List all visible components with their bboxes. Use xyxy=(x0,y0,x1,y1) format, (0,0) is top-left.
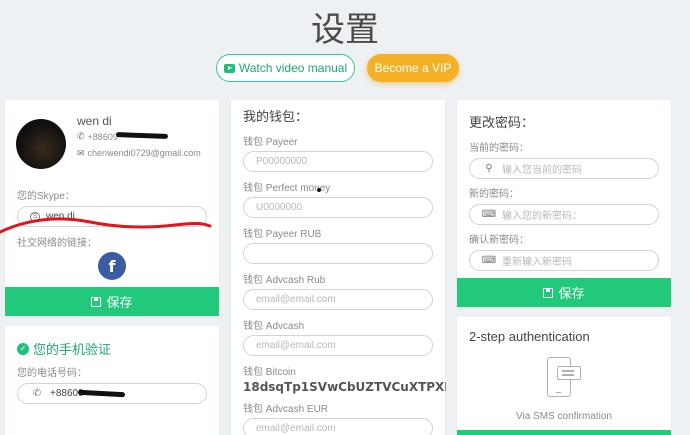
profile-phone: +88609 xyxy=(87,131,118,142)
profile-phone-row: ✆ +88609 xyxy=(77,131,118,142)
confirm-password-placeholder: 重新输入新密码 xyxy=(502,257,572,268)
new-password-label: 新的密码： xyxy=(469,189,519,200)
wallet-bitcoin-value[interactable]: 18dsqTp1SVwCbUZTVCuXTPXFpHPc xyxy=(243,380,446,394)
watch-video-label: Watch video manual xyxy=(238,61,348,75)
avatar xyxy=(16,119,66,169)
phone-number-label: 您的电话号码： xyxy=(17,368,87,379)
phone-icon: ✆ xyxy=(32,388,42,399)
current-password-input[interactable]: ⚲ 输入您当前的密码 xyxy=(469,158,659,179)
new-password-input[interactable]: ⌨ 输入您的新密码： xyxy=(469,204,659,225)
wallet-input-payeer[interactable]: P00000000 xyxy=(243,151,433,172)
keyboard-icon: ⌨ xyxy=(481,255,497,266)
phone-verify-title-row: ✓ 您的手机验证 xyxy=(17,339,111,358)
wallet-placeholder-advcash-rub: email@email.com xyxy=(256,294,336,305)
become-vip-button[interactable]: Become a VIP xyxy=(367,54,459,82)
wallet-label-bitcoin: 钱包 Bitcoin xyxy=(243,367,296,378)
profile-save-label: 保存 xyxy=(106,295,133,310)
profile-email-row: ✉ chenwendi0729@gmail.com xyxy=(77,148,217,159)
password-save-button[interactable]: 保存 xyxy=(457,278,671,307)
wallet-label-advcash: 钱包 Advcash xyxy=(243,321,305,332)
wallet-placeholder-advcash-eur: email@email.com xyxy=(256,423,336,434)
wallet-placeholder-perfect-money: U0000000 xyxy=(256,202,303,213)
wallet-input-payeer-rub[interactable] xyxy=(243,243,433,264)
key-icon: ⚲ xyxy=(485,163,493,174)
two-step-enable-button[interactable] xyxy=(457,430,671,435)
social-links-label: 社交网络的链接： xyxy=(17,238,97,249)
confirm-password-label: 确认新密码： xyxy=(469,235,529,246)
cursor-dot xyxy=(317,188,321,192)
profile-email: chenwendi0729@gmail.com xyxy=(87,148,201,158)
wallet-label-advcash-rub: 钱包 Advcash Rub xyxy=(243,275,326,286)
profile-name: wen di xyxy=(77,114,112,128)
confirm-password-input[interactable]: ⌨ 重新输入新密码 xyxy=(469,250,659,271)
wallet-label-advcash-eur: 钱包 Advcash EUR xyxy=(243,404,329,415)
current-password-placeholder: 输入您当前的密码 xyxy=(502,165,582,176)
red-underline-annotation xyxy=(0,217,212,234)
current-password-label: 当前的密码： xyxy=(469,143,529,154)
new-password-placeholder: 输入您的新密码： xyxy=(502,211,582,222)
save-icon xyxy=(91,296,102,307)
save-icon xyxy=(543,287,554,298)
sms-confirmation-label: Via SMS confirmation xyxy=(516,411,612,422)
sms-bubble-icon xyxy=(557,366,581,380)
wallet-placeholder-advcash: email@email.com xyxy=(256,340,336,351)
check-icon: ✓ xyxy=(17,342,29,355)
keyboard-icon: ⌨ xyxy=(481,209,497,220)
password-title: 更改密码： xyxy=(469,115,535,130)
phone-icon: ✆ xyxy=(77,131,85,141)
wallet-label-payeer: 钱包 Payeer xyxy=(243,137,298,148)
email-icon: ✉ xyxy=(77,148,85,158)
play-icon xyxy=(223,63,235,73)
watch-video-button[interactable]: Watch video manual xyxy=(216,54,355,82)
wallet-placeholder-payeer: P00000000 xyxy=(256,156,308,167)
password-save-label: 保存 xyxy=(558,286,585,301)
two-step-title: 2-step authentication xyxy=(469,329,590,344)
wallet-input-advcash-rub[interactable]: email@email.com xyxy=(243,289,433,310)
page-title: 设置 xyxy=(311,10,379,50)
profile-save-button[interactable]: 保存 xyxy=(5,287,219,316)
wallet-title: 我的钱包： xyxy=(243,109,309,124)
phone-verify-title: 您的手机验证 xyxy=(33,342,112,357)
wallet-input-advcash-eur[interactable]: email@email.com xyxy=(243,418,433,435)
wallet-label-payeer-rub: 钱包 Payeer RUB xyxy=(243,229,322,240)
wallet-input-perfect-money[interactable]: U0000000 xyxy=(243,197,433,218)
wallet-input-advcash[interactable]: email@email.com xyxy=(243,335,433,356)
facebook-icon[interactable]: f xyxy=(98,252,126,280)
